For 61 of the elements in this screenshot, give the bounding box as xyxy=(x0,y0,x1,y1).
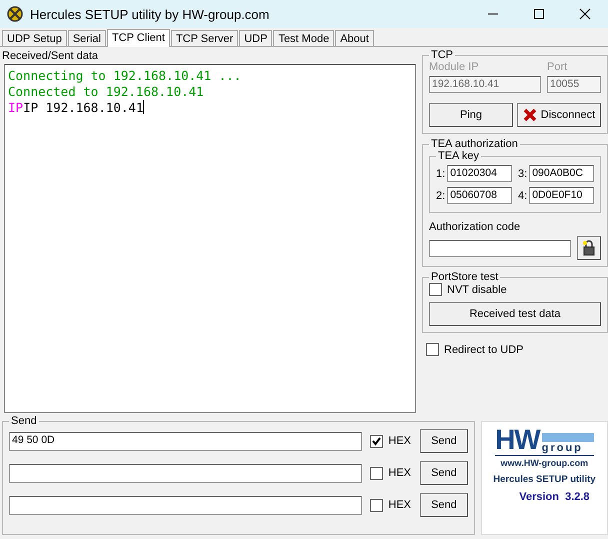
group-title: TCP xyxy=(430,49,454,61)
app-icon xyxy=(6,5,24,23)
tab[interactable]: Serial xyxy=(68,30,106,46)
tab[interactable]: TCP Server xyxy=(170,30,238,46)
close-icon[interactable] xyxy=(579,8,591,20)
checkbox[interactable] xyxy=(370,466,384,480)
lock-button[interactable] xyxy=(577,236,601,260)
logo-mark: HW xyxy=(495,426,540,454)
auth-code-field[interactable] xyxy=(429,240,571,256)
send-field[interactable] xyxy=(9,496,362,514)
checkbox[interactable] xyxy=(370,498,384,512)
send-button[interactable]: Send xyxy=(420,493,468,517)
tab[interactable]: UDP Setup xyxy=(2,30,67,46)
hex-label: HEX xyxy=(388,499,412,511)
tab[interactable]: UDP xyxy=(239,30,272,46)
send-field[interactable] xyxy=(9,464,362,482)
maximize-icon[interactable] xyxy=(533,8,545,20)
tab[interactable]: TCP Client xyxy=(106,29,170,47)
key-label: 1: xyxy=(436,168,446,180)
log-area[interactable]: Connecting to 192.168.10.41 ... Connected to 192.168.10.41 IPIP 192.168.10.41 xyxy=(4,64,416,413)
log-line: IPIP 192.168.10.41 xyxy=(8,100,146,116)
key-field[interactable]: 0D0E0F10 xyxy=(529,187,594,204)
checkbox[interactable] xyxy=(370,434,384,448)
version-text: Version 3.2.8 xyxy=(518,491,590,503)
port-label: Port xyxy=(547,61,568,73)
window-title: Hercules SETUP utility by HW-group.com xyxy=(30,6,270,22)
product-name: Hercules SETUP utility xyxy=(493,474,596,485)
tab[interactable]: Test Mode xyxy=(273,30,334,46)
key-field[interactable]: 05060708 xyxy=(447,187,512,204)
log-line: Connecting to 192.168.10.41 ... xyxy=(8,68,242,84)
send-button[interactable]: Send xyxy=(420,461,468,485)
send-button[interactable]: Send xyxy=(420,429,468,453)
key-label: 2: xyxy=(436,190,446,202)
logo-group-text: group xyxy=(542,442,584,454)
redirect-label: Redirect to UDP xyxy=(444,344,524,356)
auth-code-label: Authorization code xyxy=(429,221,522,233)
cross-icon xyxy=(522,108,537,122)
key-label: 4: xyxy=(518,190,528,202)
checkbox[interactable] xyxy=(429,283,442,296)
nvt-disable-label: NVT disable xyxy=(447,284,507,296)
key-field[interactable]: 01020304 xyxy=(447,165,512,182)
send-field[interactable]: 49 50 0D xyxy=(9,432,362,450)
logo-bar xyxy=(542,433,594,442)
log-line: Connected to 192.168.10.41 xyxy=(8,84,205,100)
log-label: Received/Sent data xyxy=(2,50,100,62)
checkbox[interactable] xyxy=(426,343,439,356)
hex-label: HEX xyxy=(388,467,412,479)
module-ip-label: Module IP xyxy=(429,61,480,73)
disconnect-button[interactable]: Disconnect xyxy=(517,103,601,127)
tab[interactable]: About xyxy=(335,30,374,46)
hex-label: HEX xyxy=(388,435,412,447)
group-title: TEA key xyxy=(437,150,480,162)
group-title: TEA authorization xyxy=(430,138,519,150)
received-test-data-button[interactable]: Received test data xyxy=(429,302,601,326)
ping-button[interactable]: Ping xyxy=(429,103,513,127)
key-label: 3: xyxy=(518,168,528,180)
group-title: PortStore test xyxy=(430,271,500,283)
padlock-icon xyxy=(582,240,596,256)
key-field[interactable]: 090A0B0C xyxy=(529,165,594,182)
logo-url: www.HW-group.com xyxy=(500,458,588,468)
group-title: Send xyxy=(10,415,38,427)
